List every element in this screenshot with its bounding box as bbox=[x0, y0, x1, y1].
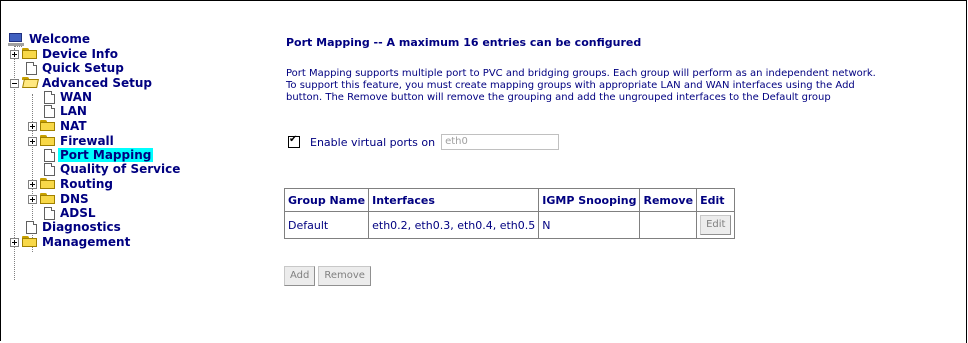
page-description: Port Mapping supports multiple port to P… bbox=[286, 68, 966, 104]
column-header-igmp-snooping: IGMP Snooping bbox=[538, 188, 641, 212]
tree-label: LAN bbox=[60, 104, 87, 118]
folder-icon bbox=[40, 178, 56, 190]
expand-plus-icon[interactable] bbox=[28, 180, 37, 189]
document-icon bbox=[26, 220, 37, 234]
tree-item-lan[interactable]: LAN bbox=[42, 104, 89, 118]
tree-label: Device Info bbox=[42, 47, 118, 61]
tree-label: Firewall bbox=[60, 134, 114, 148]
document-icon bbox=[44, 162, 55, 176]
table-row: Default eth0.2, eth0.3, eth0.4, eth0.5 N… bbox=[283, 211, 736, 239]
remove-button[interactable]: Remove bbox=[318, 266, 371, 286]
add-button[interactable]: Add bbox=[284, 266, 316, 286]
tree-item-management[interactable]: Management bbox=[10, 235, 132, 249]
folder-icon bbox=[40, 193, 56, 205]
expand-plus-icon[interactable] bbox=[28, 195, 37, 204]
expand-plus-icon[interactable] bbox=[28, 122, 37, 131]
edit-button[interactable]: Edit bbox=[700, 215, 732, 235]
port-mapping-table: Group Name Interfaces IGMP Snooping Remo… bbox=[283, 188, 736, 239]
tree-item-adsl[interactable]: ADSL bbox=[42, 206, 98, 220]
description-line: button. The Remove button will remove th… bbox=[286, 92, 831, 103]
cell-remove bbox=[639, 211, 698, 239]
tree-item-dns[interactable]: DNS bbox=[28, 192, 91, 206]
tree-label: Advanced Setup bbox=[42, 76, 153, 90]
description-line: To support this feature, you must create… bbox=[286, 80, 855, 91]
enable-virtual-ports-label: Enable virtual ports on bbox=[310, 135, 436, 149]
document-icon bbox=[26, 61, 37, 75]
frame-right-border bbox=[966, 0, 967, 343]
tree-item-device-info[interactable]: Device Info bbox=[10, 47, 120, 61]
document-icon bbox=[44, 104, 55, 118]
document-icon bbox=[44, 206, 55, 220]
tree-item-welcome[interactable]: Welcome bbox=[8, 32, 92, 46]
cell-interfaces: eth0.2, eth0.3, eth0.4, eth0.5 bbox=[368, 211, 540, 239]
tree-item-wan[interactable]: WAN bbox=[42, 90, 94, 104]
folder-icon bbox=[40, 120, 56, 132]
computer-icon bbox=[8, 32, 24, 46]
expand-plus-icon[interactable] bbox=[28, 137, 37, 146]
tree-label: Quick Setup bbox=[42, 61, 124, 75]
enable-virtual-ports-row: Enable virtual ports on eth0 bbox=[286, 134, 560, 150]
tree-item-nat[interactable]: NAT bbox=[28, 119, 89, 133]
description-line: Port Mapping supports multiple port to P… bbox=[286, 68, 876, 79]
page-title: Port Mapping -- A maximum 16 entries can… bbox=[286, 36, 642, 49]
tree-label: WAN bbox=[60, 90, 93, 104]
folder-icon bbox=[22, 236, 38, 248]
tree-item-diagnostics[interactable]: Diagnostics bbox=[24, 220, 123, 234]
cell-group-name: Default bbox=[283, 211, 370, 239]
column-header-remove: Remove bbox=[639, 188, 698, 212]
collapse-minus-icon[interactable] bbox=[10, 79, 19, 88]
column-header-edit: Edit bbox=[696, 188, 736, 212]
cell-igmp-snooping: N bbox=[538, 211, 641, 239]
tree-item-port-mapping[interactable]: Port Mapping bbox=[42, 148, 154, 162]
open-folder-icon bbox=[22, 77, 38, 89]
document-icon bbox=[44, 148, 55, 162]
tree-item-quality-of-service[interactable]: Quality of Service bbox=[42, 162, 182, 176]
tree-label: Welcome bbox=[29, 32, 91, 46]
tree-item-routing[interactable]: Routing bbox=[28, 177, 115, 191]
column-header-interfaces: Interfaces bbox=[368, 188, 540, 212]
action-buttons: Add Remove bbox=[284, 266, 371, 286]
tree-item-firewall[interactable]: Firewall bbox=[28, 134, 116, 148]
expand-plus-icon[interactable] bbox=[10, 238, 19, 247]
tree-label: Diagnostics bbox=[42, 220, 121, 234]
document-icon bbox=[44, 90, 55, 104]
tree-label: Port Mapping bbox=[58, 148, 154, 162]
expand-plus-icon[interactable] bbox=[10, 50, 19, 59]
tree-label: Routing bbox=[60, 177, 114, 191]
virtual-ports-input[interactable]: eth0 bbox=[441, 134, 560, 150]
folder-icon bbox=[40, 135, 56, 147]
column-header-group-name: Group Name bbox=[283, 188, 370, 212]
table-header-row: Group Name Interfaces IGMP Snooping Remo… bbox=[283, 188, 736, 212]
tree-item-quick-setup[interactable]: Quick Setup bbox=[24, 61, 126, 75]
folder-icon bbox=[22, 48, 38, 60]
enable-virtual-ports-checkbox[interactable] bbox=[288, 134, 300, 148]
tree-label: NAT bbox=[60, 119, 87, 133]
tree-label: DNS bbox=[60, 192, 89, 206]
tree-item-advanced-setup[interactable]: Advanced Setup bbox=[10, 76, 154, 90]
tree-label: Quality of Service bbox=[60, 162, 181, 176]
tree-label: Management bbox=[42, 235, 131, 249]
cell-edit: Edit bbox=[696, 211, 736, 239]
tree-label: ADSL bbox=[60, 206, 96, 220]
